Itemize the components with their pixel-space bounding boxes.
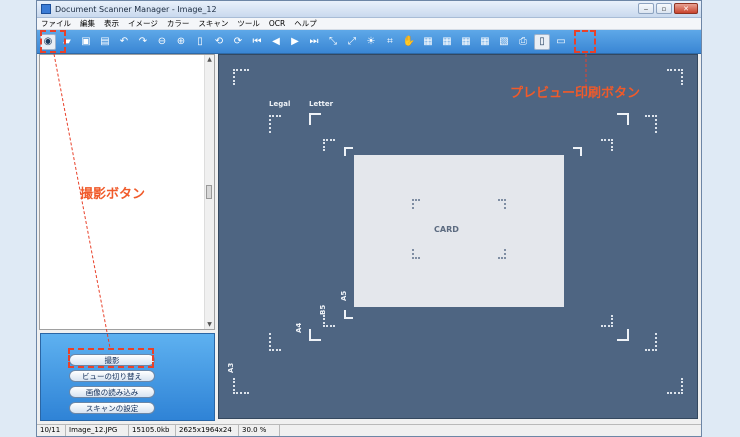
scroll-thumb[interactable] bbox=[206, 185, 212, 199]
frame-a4-corner bbox=[309, 329, 321, 341]
scan-tool-1-icon[interactable]: ▦ bbox=[420, 34, 436, 50]
maximize-button[interactable]: ▫ bbox=[656, 3, 672, 14]
label-a4: A4 bbox=[295, 322, 303, 333]
frame-a5-corner bbox=[344, 147, 353, 156]
card-inner-corner bbox=[412, 199, 420, 209]
menu-tools[interactable]: ツール bbox=[237, 18, 260, 29]
camera-highlight bbox=[40, 30, 66, 53]
crop-icon[interactable]: ⌗ bbox=[382, 34, 398, 50]
frame-a4-corner bbox=[617, 329, 629, 341]
label-a3: A3 bbox=[227, 362, 235, 373]
undo-icon[interactable]: ↶ bbox=[116, 34, 132, 50]
toolbar: ◉ ▰ ▣ ▤ ↶ ↷ ⊖ ⊕ ▯ ⟲ ⟳ ⏮ ◀ ▶ ⏭ ⤡ ⤢ ☀ ⌗ ✋ … bbox=[37, 30, 701, 54]
frame-legal-corner bbox=[269, 115, 281, 133]
frame-a3-corner bbox=[667, 69, 683, 85]
frame-legal-corner bbox=[645, 333, 657, 351]
card-label: CARD bbox=[434, 225, 459, 234]
card-inner-corner bbox=[498, 249, 506, 259]
label-a5: A5 bbox=[340, 290, 348, 301]
status-filesize: 15105.0kb bbox=[129, 425, 176, 436]
status-page: 10/11 bbox=[37, 425, 66, 436]
label-b5: B5 bbox=[319, 304, 327, 315]
card-inner-corner bbox=[498, 199, 506, 209]
frame-b5-corner bbox=[601, 315, 613, 327]
app-icon bbox=[41, 4, 51, 14]
zoom-out-icon[interactable]: ⊖ bbox=[154, 34, 170, 50]
redo-icon[interactable]: ↷ bbox=[135, 34, 151, 50]
label-letter: Letter bbox=[309, 100, 334, 108]
prev-page-icon[interactable]: ◀ bbox=[268, 34, 284, 50]
frame-letter-corner bbox=[309, 113, 321, 125]
print-icon[interactable]: ⎙ bbox=[515, 34, 531, 50]
image-preview[interactable]: CARD Legal Letter A3 A4 A5 B5 bbox=[218, 54, 698, 419]
frame-letter-corner bbox=[617, 113, 629, 125]
menu-help[interactable]: ヘルプ bbox=[294, 18, 317, 29]
frame-a5-corner bbox=[573, 147, 582, 156]
annotation-print-preview-button: プレビュー印刷ボタン bbox=[510, 86, 641, 101]
minimize-button[interactable]: ‒ bbox=[638, 3, 654, 14]
menu-view[interactable]: 表示 bbox=[104, 18, 119, 29]
frame-b5-corner bbox=[323, 315, 335, 327]
last-page-icon[interactable]: ⏭ bbox=[306, 34, 322, 50]
print-preview-highlight bbox=[574, 30, 596, 53]
save-icon[interactable]: ▣ bbox=[78, 34, 94, 50]
status-zoom: 30.0 % bbox=[239, 425, 280, 436]
menu-ocr[interactable]: OCR bbox=[269, 19, 285, 28]
next-page-icon[interactable]: ▶ bbox=[287, 34, 303, 50]
menu-scan[interactable]: スキャン bbox=[198, 18, 228, 29]
switch-view-button[interactable]: ビューの切り替え bbox=[69, 370, 155, 382]
fullscreen-icon[interactable]: ▭ bbox=[553, 34, 569, 50]
status-bar: 10/11 Image_12.JPG 15105.0kb 2625x1964x2… bbox=[37, 424, 701, 436]
frame-b5-corner bbox=[323, 139, 335, 151]
title-bar: Document Scanner Manager - Image_12 ‒ ▫ … bbox=[37, 1, 701, 18]
save-as-icon[interactable]: ▤ bbox=[97, 34, 113, 50]
print-preview-icon[interactable]: ▯ bbox=[534, 33, 550, 50]
close-button[interactable]: ✕ bbox=[674, 3, 698, 14]
window-title: Document Scanner Manager - Image_12 bbox=[55, 4, 217, 14]
ocr-icon[interactable]: ▧ bbox=[496, 34, 512, 50]
scroll-up-icon[interactable]: ▲ bbox=[205, 55, 214, 64]
scan-tool-2-icon[interactable]: ▦ bbox=[439, 34, 455, 50]
load-image-button[interactable]: 画像の読み込み bbox=[69, 386, 155, 398]
frame-legal-corner bbox=[645, 115, 657, 133]
scroll-down-icon[interactable]: ▼ bbox=[205, 320, 214, 329]
app-window: Document Scanner Manager - Image_12 ‒ ▫ … bbox=[36, 0, 702, 437]
rotate-left-icon[interactable]: ⟲ bbox=[211, 34, 227, 50]
hand-icon[interactable]: ✋ bbox=[401, 34, 417, 50]
menu-file[interactable]: ファイル bbox=[41, 18, 71, 29]
thumbnail-scrollbar[interactable]: ▲ ▼ bbox=[204, 55, 214, 329]
label-legal: Legal bbox=[269, 100, 291, 108]
scan-settings-button[interactable]: スキャンの設定 bbox=[69, 402, 155, 414]
shoot-button-highlight bbox=[68, 348, 154, 368]
rotate-free-icon[interactable]: ⤢ bbox=[344, 34, 360, 50]
scan-tool-3-icon[interactable]: ▦ bbox=[458, 34, 474, 50]
brightness-icon[interactable]: ☀ bbox=[363, 34, 379, 50]
page-icon[interactable]: ▯ bbox=[192, 34, 208, 50]
zoom-in-icon[interactable]: ⊕ bbox=[173, 34, 189, 50]
annotation-shoot-button: 撮影ボタン bbox=[80, 187, 146, 202]
status-filename: Image_12.JPG bbox=[66, 425, 129, 436]
action-panel: 撮影 ビューの切り替え 画像の読み込み スキャンの設定 bbox=[40, 333, 215, 421]
rotate-right-icon[interactable]: ⟳ bbox=[230, 34, 246, 50]
first-page-icon[interactable]: ⏮ bbox=[249, 34, 265, 50]
menu-bar: ファイル 編集 表示 イメージ カラー スキャン ツール OCR ヘルプ bbox=[37, 18, 701, 30]
frame-legal-corner bbox=[269, 333, 281, 351]
frame-b5-corner bbox=[601, 139, 613, 151]
frame-a3-corner bbox=[233, 378, 249, 394]
scan-tool-4-icon[interactable]: ▦ bbox=[477, 34, 493, 50]
menu-edit[interactable]: 編集 bbox=[80, 18, 95, 29]
status-dimensions: 2625x1964x24 bbox=[176, 425, 239, 436]
frame-a5-corner bbox=[344, 310, 353, 319]
window-controls: ‒ ▫ ✕ bbox=[638, 3, 698, 14]
menu-color[interactable]: カラー bbox=[167, 18, 190, 29]
card-area: CARD bbox=[354, 155, 564, 307]
frame-a3-corner bbox=[667, 378, 683, 394]
deskew-icon[interactable]: ⤡ bbox=[325, 34, 341, 50]
card-inner-corner bbox=[412, 249, 420, 259]
menu-image[interactable]: イメージ bbox=[128, 18, 158, 29]
frame-a3-corner bbox=[233, 69, 249, 85]
